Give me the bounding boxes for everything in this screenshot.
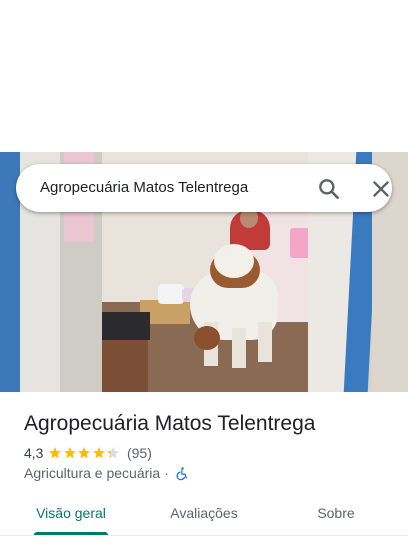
rating-stars [48, 446, 121, 460]
tab-about[interactable]: Sobre [300, 494, 372, 536]
close-icon[interactable] [368, 176, 394, 202]
wheelchair-icon [175, 466, 190, 481]
blank-area [0, 0, 408, 152]
star-icon [93, 447, 105, 459]
search-icon[interactable] [316, 176, 342, 202]
place-title: Agropecuária Matos Telentrega [24, 412, 316, 435]
search-input[interactable]: Agropecuária Matos Telentrega [40, 178, 248, 198]
tab-bar: Visão geral Avaliações Sobre [0, 494, 408, 536]
category-row: Agricultura e pecuária · [24, 464, 190, 482]
divider [0, 535, 408, 536]
rating-row[interactable]: 4,3 (95) [24, 444, 152, 462]
star-icon [107, 447, 120, 459]
search-bar[interactable]: Agropecuária Matos Telentrega [16, 164, 392, 212]
separator-dot: · [164, 465, 169, 481]
rating-value: 4,3 [24, 445, 44, 461]
tab-reviews[interactable]: Avaliações [158, 494, 250, 536]
star-icon [49, 447, 62, 459]
star-icon [78, 447, 91, 459]
tab-overview[interactable]: Visão geral [26, 494, 116, 536]
place-category[interactable]: Agricultura e pecuária [24, 465, 160, 481]
star-icon [64, 447, 76, 459]
review-count[interactable]: (95) [127, 445, 152, 461]
